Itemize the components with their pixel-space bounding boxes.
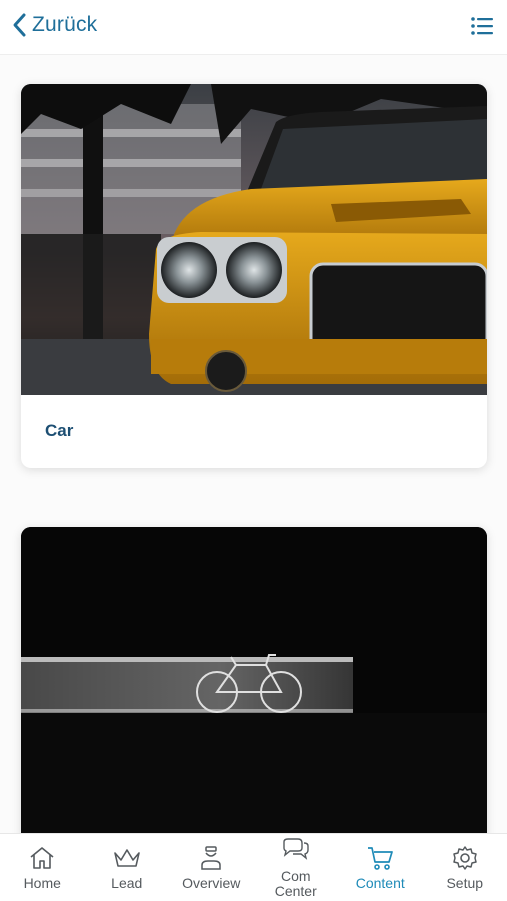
list-menu-icon[interactable] — [471, 16, 493, 36]
nav-lead[interactable]: Lead — [85, 834, 170, 901]
content-list[interactable]: Car — [0, 55, 507, 833]
nav-label-center: Center — [254, 884, 339, 899]
top-bar: Zurück — [0, 0, 507, 55]
yellow-classic-car-photo — [21, 84, 487, 395]
nav-content[interactable]: Content — [338, 834, 423, 901]
cart-icon — [365, 844, 395, 872]
nav-setup[interactable]: Setup — [423, 834, 507, 901]
nav-label-home: Home — [0, 876, 85, 891]
nav-label-com-center: Com Center — [254, 869, 339, 899]
card-title: Car — [45, 421, 73, 441]
content-card-bicycle[interactable] — [21, 527, 487, 833]
nav-label-com: Com — [254, 869, 339, 884]
chevron-left-icon — [10, 12, 28, 38]
nav-label-overview: Overview — [169, 876, 254, 891]
chat-icon — [281, 837, 311, 865]
bottom-nav: Home Lead Overview Com Center Content — [0, 833, 507, 901]
back-button[interactable]: Zurück — [10, 12, 97, 38]
nav-label-lead: Lead — [85, 876, 170, 891]
nav-home[interactable]: Home — [0, 834, 85, 901]
back-label: Zurück — [32, 13, 97, 37]
bicycle-dark-photo — [21, 527, 487, 833]
nav-label-setup: Setup — [423, 876, 507, 891]
crown-icon — [112, 844, 142, 872]
content-card-car[interactable]: Car — [21, 84, 487, 468]
nav-overview[interactable]: Overview — [169, 834, 254, 901]
home-icon — [27, 844, 57, 872]
gear-icon — [450, 844, 480, 872]
nav-com-center[interactable]: Com Center — [254, 834, 339, 901]
nav-label-content: Content — [338, 876, 423, 891]
person-icon — [196, 844, 226, 872]
